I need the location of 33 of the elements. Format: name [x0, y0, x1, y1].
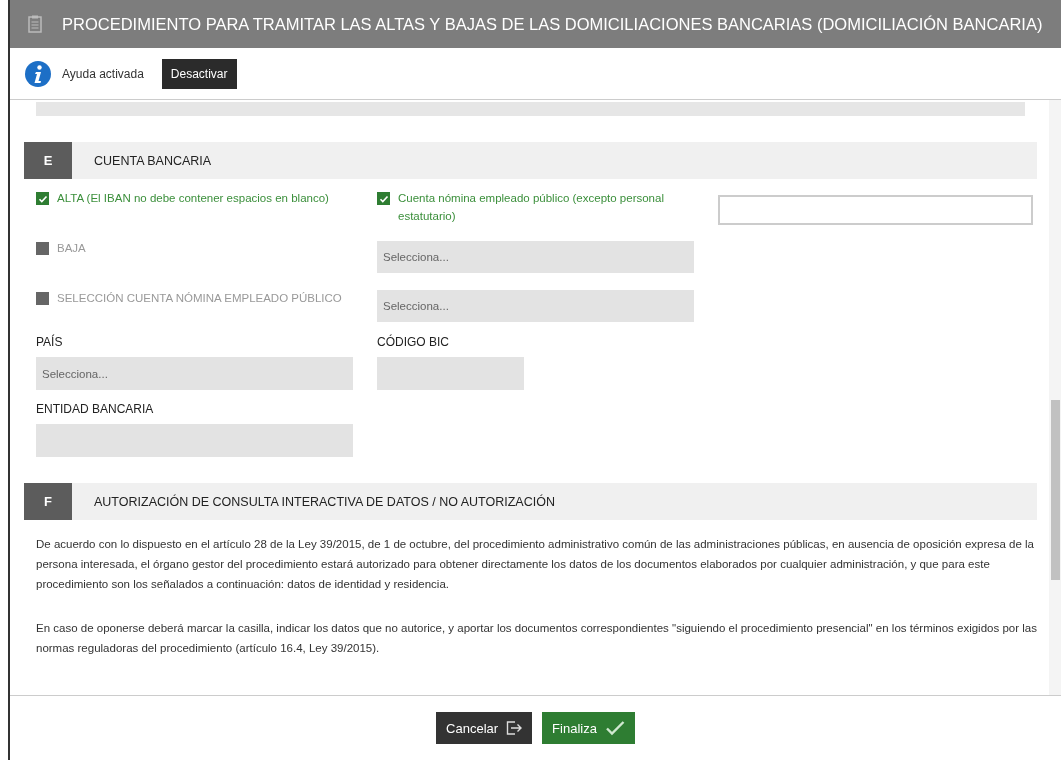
info-icon — [24, 59, 52, 88]
paragraph: De acuerdo con lo dispuesto en el artículo 28 de la Ley 39/2015, de 1 de octubre, del procedimiento administrativo común de las administraciones públicas, en ausencia de oposición expresa de la persona interesada, el órgano gestor del procedimiento estará autorizado para obtener directamente los datos de los documentos elaborados por cualquier administración, y que para este procedimiento son los señalados a continuación: datos de identidad y residencia. — [36, 537, 1035, 592]
section-letter: E — [24, 142, 72, 179]
exit-icon — [506, 721, 523, 735]
field-label: CÓDIGO BIC — [377, 335, 450, 349]
input-field[interactable] — [36, 424, 353, 457]
cancel-button[interactable]: Cancelar — [436, 712, 533, 744]
checkbox-label: Cuenta nómina empleado público (excepto personal estatutario) — [398, 191, 665, 224]
select-field[interactable]: Selecciona... — [377, 241, 694, 273]
window-title: PROCEDIMIENTO PARA TRAMITAR LAS ALTAS Y BAJAS DE LAS DOMICILIACIONES BANCARIAS (DOMICILIACIÓN BANCARIA) — [62, 14, 1043, 34]
section-title: CUENTA BANCARIA — [94, 153, 212, 168]
field-label: ENTIDAD BANCARIA — [36, 402, 155, 416]
input-field[interactable] — [377, 357, 524, 390]
input-field[interactable] — [36, 102, 1025, 116]
select-field[interactable]: Selecciona... — [36, 357, 353, 390]
paragraph: En caso de oponerse deberá marcar la casilla, indicar los datos que no autorice, y aportar los documentos correspondientes "siguiendo el procedimiento presencial" en los términos exigidos por las normas reguladoras del procedimiento (artículo 16.4, Ley 39/2015). — [36, 621, 1037, 656]
checkbox-label: BAJA — [57, 241, 86, 256]
deactivate-button[interactable]: Desactivar — [161, 58, 237, 89]
section-letter: F — [24, 483, 72, 520]
checkbox[interactable] — [36, 242, 49, 255]
checkbox[interactable] — [377, 192, 390, 205]
select-field[interactable]: Selecciona... — [377, 290, 694, 322]
checkmark-icon — [604, 720, 625, 736]
section-title: AUTORIZACIÓN DE CONSULTA INTERACTIVA DE DATOS / NO AUTORIZACIÓN — [94, 494, 555, 509]
checkbox[interactable] — [36, 192, 49, 205]
finish-button[interactable]: Finaliza — [542, 712, 635, 744]
iban-field[interactable] — [718, 195, 1033, 225]
help-status-label: Ayuda activada — [62, 66, 144, 81]
clipboard-icon — [28, 15, 42, 33]
checkbox-label: SELECCIÓN CUENTA NÓMINA EMPLEADO PÚBLICO — [57, 291, 342, 306]
field-label: PAÍS — [36, 335, 64, 349]
checkbox[interactable] — [36, 292, 49, 305]
checkbox-label: ALTA (El IBAN no debe contener espacios en blanco) — [57, 191, 329, 206]
